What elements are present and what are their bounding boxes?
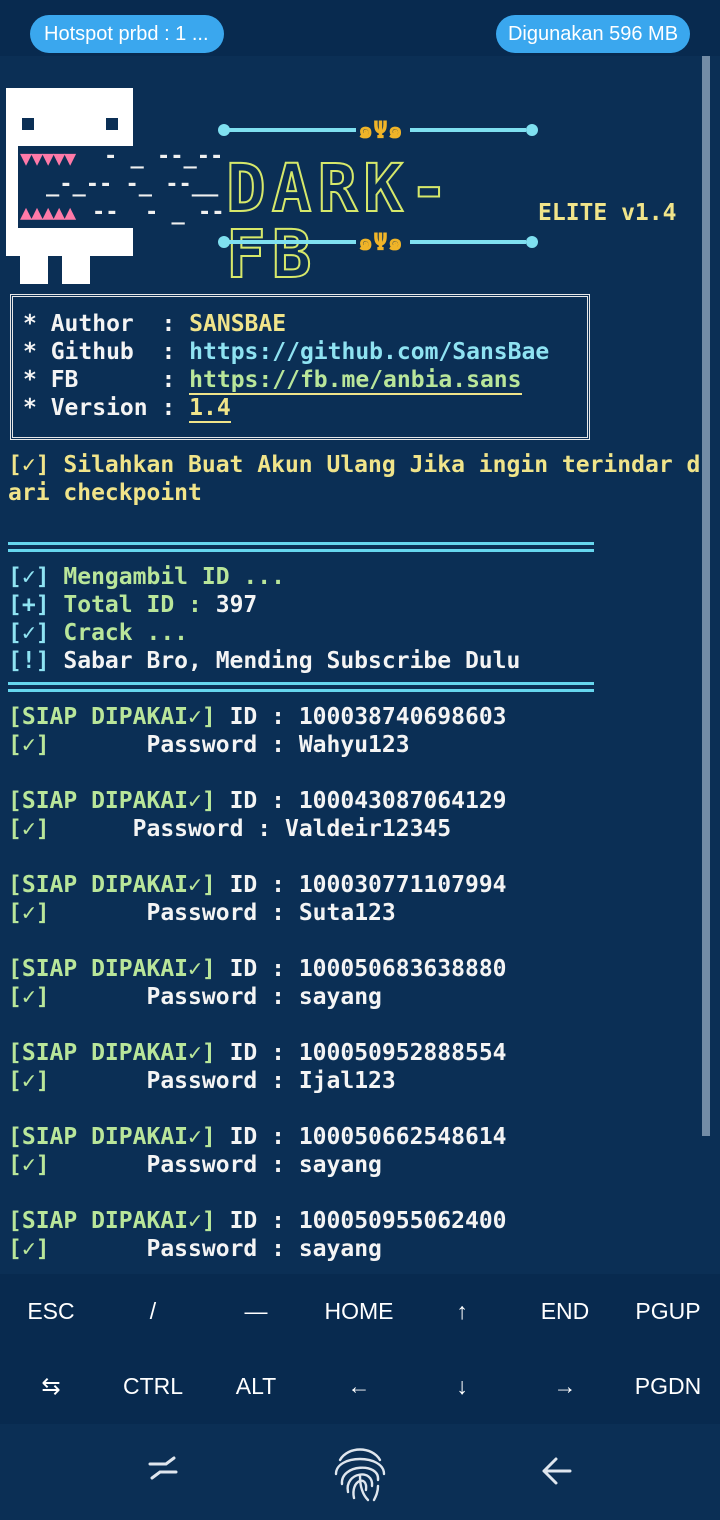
extra-key[interactable]: ↑ — [411, 1274, 513, 1349]
author-value: SANSBAE — [189, 311, 287, 337]
result-id-line: [SIAP DIPAKAI✓] ID : 100043087064129 — [8, 788, 507, 814]
result-password-line: [✓] Password : sayang — [8, 1236, 382, 1262]
result-password-line: [✓] Password : Suta123 — [8, 900, 396, 926]
account-password: sayang — [298, 1236, 382, 1262]
account-password: Suta123 — [298, 900, 396, 926]
ready-tag: [SIAP DIPAKAI✓] — [8, 872, 216, 898]
github-key: * Github : — [23, 339, 190, 365]
extra-key[interactable]: HOME — [308, 1274, 410, 1349]
result-id-line: [SIAP DIPAKAI✓] ID : 100050683638880 — [8, 956, 507, 982]
edition-label: ELITE v1.4 — [538, 200, 677, 226]
trident-icon: ๑Ψ๑ — [358, 116, 403, 144]
ready-tag: [SIAP DIPAKAI✓] — [8, 956, 216, 982]
extra-key[interactable]: ⇆ — [0, 1349, 102, 1424]
ready-tag: [SIAP DIPAKAI✓] — [8, 788, 216, 814]
decor-dot — [526, 236, 538, 248]
ascii-art-line: -- - _ -- — [92, 200, 225, 225]
account-password: sayang — [298, 984, 382, 1010]
progress-line: [!] Sabar Bro, Mending Subscribe Dulu — [8, 648, 521, 674]
extra-key[interactable]: / — [102, 1274, 204, 1349]
data-usage-pill[interactable]: Digunakan 596 MB — [496, 15, 690, 53]
github-link[interactable]: https://github.com/SansBae — [189, 339, 549, 365]
extra-key[interactable]: ALT — [205, 1349, 307, 1424]
version-value: 1.4 — [189, 395, 231, 423]
extra-key[interactable]: ESC — [0, 1274, 102, 1349]
account-id: 100050952888554 — [298, 1040, 507, 1066]
ready-tag: [SIAP DIPAKAI✓] — [8, 704, 216, 730]
separator — [8, 542, 594, 552]
terminal-view[interactable]: ▼▼▼▼▼ ▲▲▲▲▲ - _ --_-- _-_-- -_ --__ -- -… — [0, 56, 720, 1274]
result-password-line: [✓] Password : Wahyu123 — [8, 732, 410, 758]
progress-line: [✓] Mengambil ID ... — [8, 564, 285, 590]
ascii-art-line: - _ --_-- — [104, 144, 224, 169]
result-id-line: [SIAP DIPAKAI✓] ID : 100030771107994 — [8, 872, 507, 898]
ascii-art-line: _-_-- -_ --__ — [46, 172, 219, 197]
navigation-bar — [0, 1424, 720, 1520]
progress-line: [✓] Crack ... — [8, 620, 189, 646]
fb-link[interactable]: https://fb.me/anbia.sans — [189, 367, 522, 395]
extra-key[interactable]: — — [205, 1274, 307, 1349]
extra-key[interactable]: CTRL — [102, 1349, 204, 1424]
result-id-line: [SIAP DIPAKAI✓] ID : 100050955062400 — [8, 1208, 507, 1234]
terminal-scrollbar[interactable] — [702, 56, 710, 1136]
decor-dot — [526, 124, 538, 136]
decor-line — [228, 128, 356, 132]
notice-line: [✓] Silahkan Buat Akun Ulang Jika ingin … — [8, 452, 701, 478]
total-id-count: 397 — [215, 592, 258, 618]
author-info-box: * Author : SANSBAE * Github : https://gi… — [10, 294, 590, 440]
status-bar: Hotspot prbd : 1 ... Digunakan 596 MB — [0, 0, 720, 56]
notice-line: ari checkpoint — [8, 480, 202, 506]
account-id: 100050955062400 — [298, 1208, 507, 1234]
result-id-line: [SIAP DIPAKAI✓] ID : 100038740698603 — [8, 704, 507, 730]
account-password: sayang — [298, 1152, 382, 1178]
result-id-line: [SIAP DIPAKAI✓] ID : 100050952888554 — [8, 1040, 507, 1066]
extra-key[interactable]: ↓ — [411, 1349, 513, 1424]
result-id-line: [SIAP DIPAKAI✓] ID : 100050662548614 — [8, 1124, 507, 1150]
extra-key[interactable]: PGDN — [617, 1349, 719, 1424]
account-id: 100038740698603 — [298, 704, 507, 730]
extra-key[interactable]: ← — [308, 1349, 410, 1424]
decor-line — [410, 240, 526, 244]
result-password-line: [✓] Password : Ijal123 — [8, 1068, 396, 1094]
extra-keys-bar: ESC / — HOME ↑ END PGUP ⇆ CTRL ALT ← ↓ → PGDN — [0, 1274, 720, 1424]
result-password-line: [✓] Password : sayang — [8, 1152, 382, 1178]
account-id: 100050662548614 — [298, 1124, 507, 1150]
ready-tag: [SIAP DIPAKAI✓] — [8, 1124, 216, 1150]
decor-line — [228, 240, 356, 244]
progress-line: [+] Total ID : 397 — [8, 592, 258, 618]
extra-key[interactable]: END — [514, 1274, 616, 1349]
dark-fb-title: DARK-FB — [225, 150, 455, 293]
account-id: 100030771107994 — [298, 872, 507, 898]
extra-key[interactable]: PGUP — [617, 1274, 719, 1349]
result-password-line: [✓] Password : sayang — [8, 984, 382, 1010]
account-password: Valdeir12345 — [284, 816, 452, 842]
separator — [8, 682, 594, 692]
fb-key: * FB : — [23, 367, 190, 393]
recent-apps-icon[interactable] — [148, 1454, 178, 1493]
decor-line — [410, 128, 526, 132]
extra-key[interactable]: → — [514, 1349, 616, 1424]
ready-tag: [SIAP DIPAKAI✓] — [8, 1040, 216, 1066]
author-key: * Author : — [23, 311, 190, 337]
account-password: Ijal123 — [298, 1068, 396, 1094]
ready-tag: [SIAP DIPAKAI✓] — [8, 1208, 216, 1234]
fingerprint-icon[interactable] — [328, 1440, 392, 1509]
trident-icon: ๑Ψ๑ — [358, 228, 403, 256]
hotspot-pill[interactable]: Hotspot prbd : 1 ... — [30, 15, 224, 53]
account-password: Wahyu123 — [298, 732, 410, 758]
version-key: * Version : — [23, 395, 190, 421]
account-id: 100043087064129 — [298, 788, 507, 814]
back-icon[interactable] — [540, 1456, 572, 1491]
result-password-line: [✓] Password : Valdeir12345 — [8, 816, 452, 842]
account-id: 100050683638880 — [298, 956, 507, 982]
